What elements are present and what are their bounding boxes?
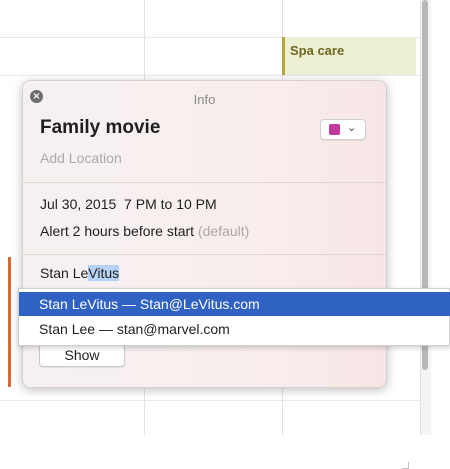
calendar-event-label: Spa care bbox=[290, 43, 345, 58]
color-swatch bbox=[329, 124, 340, 135]
alert-text: Alert 2 hours before start bbox=[40, 223, 195, 239]
alert-default-label: (default) bbox=[197, 223, 250, 239]
event-date-time[interactable]: Jul 30, 2015 7 PM to 10 PM bbox=[40, 196, 217, 212]
autocomplete-item[interactable]: Stan Lee — stan@marvel.com bbox=[19, 317, 450, 341]
autocomplete-item[interactable]: Stan LeVitus — Stan@LeVitus.com bbox=[19, 292, 450, 316]
show-button[interactable]: Show bbox=[39, 343, 125, 367]
grid-row-line bbox=[0, 400, 420, 401]
grid-row-line bbox=[0, 75, 420, 76]
calendar-event-spa-care[interactable]: Spa care bbox=[282, 37, 416, 75]
calendar-event-edge bbox=[8, 257, 11, 387]
invitee-typed-text: Stan Le bbox=[40, 265, 89, 281]
calendar-color-picker[interactable]: ⌄ bbox=[320, 119, 366, 140]
invitee-autocomplete-selection: Vitus bbox=[88, 265, 120, 281]
event-title[interactable]: Family movie bbox=[40, 117, 160, 139]
resize-grip[interactable] bbox=[402, 462, 409, 469]
autocomplete-list: Stan LeVitus — Stan@LeVitus.com Stan Lee… bbox=[18, 288, 450, 346]
invitee-input[interactable]: Stan LeVitus bbox=[40, 265, 120, 281]
divider bbox=[23, 182, 386, 183]
divider bbox=[23, 254, 386, 255]
chevron-down-icon: ⌄ bbox=[347, 121, 357, 134]
popover-title: Info bbox=[193, 92, 216, 107]
event-alert[interactable]: Alert 2 hours before start (default) bbox=[40, 223, 249, 239]
location-field[interactable]: Add Location bbox=[40, 150, 122, 166]
